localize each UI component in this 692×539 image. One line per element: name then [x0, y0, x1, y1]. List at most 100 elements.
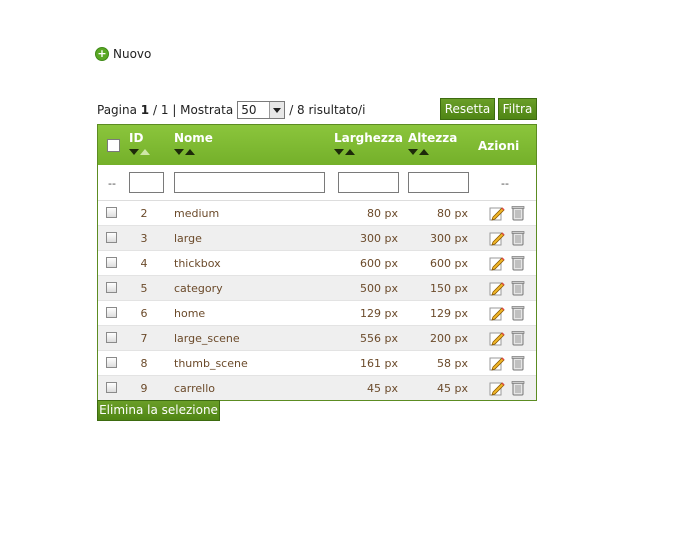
cell-height: 80 px — [437, 207, 468, 220]
edit-pencil-icon[interactable] — [489, 280, 505, 296]
cell-width: 600 px — [360, 257, 398, 270]
cell-name: home — [174, 307, 206, 320]
cell-id: 8 — [140, 357, 148, 370]
cell-height: 150 px — [430, 282, 468, 295]
trash-icon[interactable] — [511, 280, 525, 296]
reset-button[interactable]: Resetta — [440, 98, 495, 120]
column-width: Larghezza — [334, 131, 403, 155]
chevron-down-icon[interactable] — [269, 102, 285, 118]
sort-desc-icon[interactable] — [408, 149, 418, 155]
cell-name: large_scene — [174, 332, 240, 345]
page-separator: / — [152, 103, 158, 117]
column-height-label: Altezza — [408, 131, 458, 145]
edit-pencil-icon[interactable] — [489, 305, 505, 321]
sort-asc-icon[interactable] — [185, 149, 195, 155]
results-count: / 8 risultato/i — [289, 103, 366, 117]
filter-row: -- -- — [98, 165, 536, 201]
cell-id: 2 — [140, 207, 148, 220]
edit-pencil-icon[interactable] — [489, 205, 505, 221]
cell-width: 80 px — [367, 207, 398, 220]
select-all-checkbox[interactable] — [107, 139, 120, 152]
plus-circle-icon: + — [95, 47, 109, 61]
column-actions-label: Azioni — [478, 139, 520, 153]
edit-pencil-icon[interactable] — [489, 255, 505, 271]
edit-pencil-icon[interactable] — [489, 380, 505, 396]
page-label: Pagina — [97, 103, 137, 117]
cell-name: large — [174, 232, 202, 245]
column-id: ID — [129, 131, 150, 155]
cell-height: 45 px — [437, 382, 468, 395]
row-checkbox[interactable] — [106, 357, 117, 368]
sort-asc-icon[interactable] — [345, 149, 355, 155]
column-actions: Azioni — [478, 139, 519, 153]
row-checkbox[interactable] — [106, 307, 117, 318]
trash-icon[interactable] — [511, 230, 525, 246]
row-checkbox[interactable] — [106, 382, 117, 393]
cell-width: 161 px — [360, 357, 398, 370]
row-checkbox[interactable] — [106, 207, 117, 218]
sort-desc-icon[interactable] — [129, 149, 139, 155]
sort-desc-icon[interactable] — [334, 149, 344, 155]
sort-asc-icon[interactable] — [140, 149, 150, 155]
cell-id: 9 — [140, 382, 148, 395]
pagination-bar: Pagina 1 / 1 | Mostrata 50 / 8 risultato… — [97, 101, 365, 119]
trash-icon[interactable] — [511, 355, 525, 371]
table-row: 4 thickbox 600 px 600 px — [98, 251, 536, 276]
per-page-select[interactable]: 50 — [237, 101, 286, 119]
row-checkbox[interactable] — [106, 282, 117, 293]
row-checkbox[interactable] — [106, 257, 117, 268]
cell-width: 500 px — [360, 282, 398, 295]
filter-placeholder: -- — [108, 177, 116, 190]
column-height: Altezza — [408, 131, 457, 155]
column-name: Nome — [174, 131, 213, 155]
column-id-label: ID — [129, 131, 144, 145]
cell-id: 3 — [140, 232, 148, 245]
table-row: 8 thumb_scene 161 px 58 px — [98, 351, 536, 376]
table-header: ID Nome Larghezza Altezza Azioni — [98, 125, 536, 165]
edit-pencil-icon[interactable] — [489, 230, 505, 246]
table-row: 3 large 300 px 300 px — [98, 226, 536, 251]
cell-name: medium — [174, 207, 220, 220]
cell-width: 129 px — [360, 307, 398, 320]
edit-pencil-icon[interactable] — [489, 355, 505, 371]
table-row: 5 category 500 px 150 px — [98, 276, 536, 301]
table-row: 7 large_scene 556 px 200 px — [98, 326, 536, 351]
filter-button[interactable]: Filtra — [498, 98, 537, 120]
cell-width: 45 px — [367, 382, 398, 395]
table-row: 2 medium 80 px 80 px — [98, 201, 536, 226]
current-page: 1 — [140, 103, 150, 117]
filter-id-input[interactable] — [129, 172, 164, 193]
sort-asc-icon[interactable] — [419, 149, 429, 155]
cell-name: thumb_scene — [174, 357, 248, 370]
row-checkbox[interactable] — [106, 232, 117, 243]
cell-name: category — [174, 282, 223, 295]
cell-name: carrello — [174, 382, 216, 395]
cell-id: 5 — [140, 282, 148, 295]
delete-selected-button[interactable]: Elimina la selezione — [97, 400, 220, 421]
filter-height-input[interactable] — [408, 172, 469, 193]
column-name-label: Nome — [174, 131, 213, 145]
trash-icon[interactable] — [511, 205, 525, 221]
edit-pencil-icon[interactable] — [489, 330, 505, 346]
cell-height: 58 px — [437, 357, 468, 370]
cell-width: 300 px — [360, 232, 398, 245]
cell-id: 4 — [140, 257, 148, 270]
sort-desc-icon[interactable] — [174, 149, 184, 155]
cell-height: 129 px — [430, 307, 468, 320]
cell-height: 300 px — [430, 232, 468, 245]
filter-name-input[interactable] — [174, 172, 325, 193]
filter-placeholder: -- — [501, 177, 509, 190]
trash-icon[interactable] — [511, 330, 525, 346]
table-row: 6 home 129 px 129 px — [98, 301, 536, 326]
new-label: Nuovo — [113, 47, 152, 61]
show-label: | Mostrata — [172, 103, 234, 117]
filter-width-input[interactable] — [338, 172, 399, 193]
cell-height: 600 px — [430, 257, 468, 270]
row-checkbox[interactable] — [106, 332, 117, 343]
trash-icon[interactable] — [511, 305, 525, 321]
new-button[interactable]: + Nuovo — [95, 47, 151, 61]
image-types-table: ID Nome Larghezza Altezza Azioni -- -- 2… — [97, 124, 537, 401]
trash-icon[interactable] — [511, 255, 525, 271]
cell-height: 200 px — [430, 332, 468, 345]
trash-icon[interactable] — [511, 380, 525, 396]
